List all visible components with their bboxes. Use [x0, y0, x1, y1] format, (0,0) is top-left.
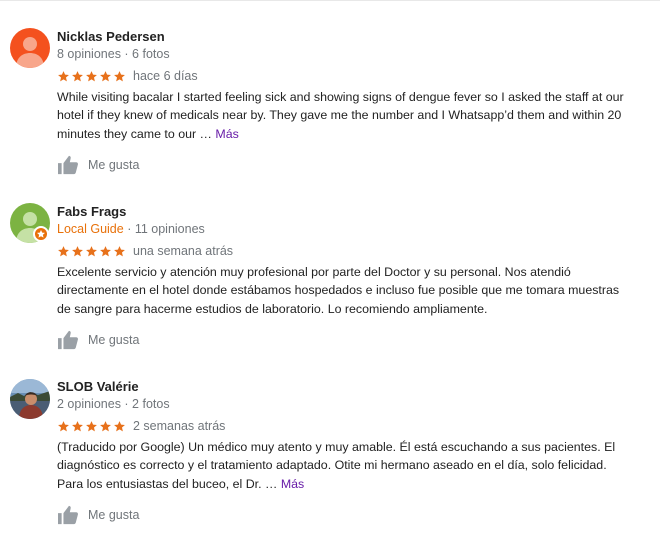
reviewer-avatar[interactable]	[10, 379, 50, 419]
thumbs-up-icon	[57, 330, 79, 350]
top-divider	[0, 0, 660, 1]
review-text-line: minutes they came to our … Más	[57, 125, 660, 143]
review-text: (Traducido por Google) Un médico muy ate…	[57, 438, 660, 493]
star-rating	[57, 245, 126, 259]
review-text-line: hotel if they knew of medicals near by. …	[57, 108, 622, 123]
local-guide-star-icon	[37, 230, 45, 238]
more-link[interactable]: Más	[281, 477, 304, 491]
review-date: 2 semanas atrás	[133, 419, 226, 433]
profile-photo-icon	[10, 379, 50, 419]
reviewer-name[interactable]: SLOB Valérie	[57, 379, 139, 394]
star-icon	[85, 70, 98, 83]
star-icon	[113, 420, 126, 433]
star-icon	[99, 245, 112, 258]
person-avatar-icon	[10, 28, 50, 68]
reviewer-stats[interactable]: 2 opiniones · 2 fotos	[57, 397, 170, 411]
star-icon	[57, 420, 70, 433]
review-date: hace 6 días	[133, 69, 198, 83]
star-icon	[71, 245, 84, 258]
review-text-line: directamente en el hotel donde estábamos…	[57, 283, 620, 298]
like-label: Me gusta	[88, 158, 140, 172]
like-button[interactable]: Me gusta	[57, 154, 139, 176]
review-date: una semana atrás	[133, 244, 234, 258]
reviewer-name[interactable]: Fabs Frags	[57, 204, 126, 219]
star-rating	[57, 70, 126, 84]
review-text-line: de sangre para hacerme estudios de labor…	[57, 301, 488, 316]
review-count: · 11 opiniones	[123, 222, 205, 236]
like-button[interactable]: Me gusta	[57, 504, 139, 526]
local-guide-badge	[33, 226, 49, 242]
review-text-line: Para los entusiastas del buceo, el Dr. ……	[57, 475, 660, 493]
reviewer-stats[interactable]: Local Guide · 11 opiniones	[57, 222, 205, 236]
star-icon	[99, 420, 112, 433]
reviewer-name[interactable]: Nicklas Pedersen	[57, 29, 165, 44]
review-text-fragment: Para los entusiastas del buceo, el Dr. …	[57, 476, 281, 491]
star-icon	[99, 70, 112, 83]
thumbs-up-icon	[57, 155, 79, 175]
like-label: Me gusta	[88, 508, 140, 522]
star-icon	[71, 70, 84, 83]
star-icon	[113, 70, 126, 83]
review-text-fragment: minutes they came to our …	[57, 126, 216, 141]
review-text-line: Excelente servicio y atención muy profes…	[57, 265, 571, 279]
review-text: While visiting bacalar I started feeling…	[57, 88, 660, 143]
more-link[interactable]: Más	[215, 127, 238, 141]
review-text-line: (Traducido por Google) Un médico muy ate…	[57, 440, 616, 454]
star-icon	[85, 420, 98, 433]
review-text-line: While visiting bacalar I started feeling…	[57, 90, 624, 104]
review-text-line: diagnóstico es correcto y el tratamiento…	[57, 458, 607, 473]
like-label: Me gusta	[88, 333, 140, 347]
review-text: Excelente servicio y atención muy profes…	[57, 263, 660, 318]
star-icon	[57, 245, 70, 258]
star-icon	[113, 245, 126, 258]
thumbs-up-icon	[57, 505, 79, 525]
like-button[interactable]: Me gusta	[57, 329, 139, 351]
star-rating	[57, 420, 126, 434]
star-icon	[85, 245, 98, 258]
reviewer-avatar[interactable]	[10, 28, 50, 68]
star-icon	[71, 420, 84, 433]
local-guide-label: Local Guide	[57, 222, 124, 236]
reviewer-stats[interactable]: 8 opiniones · 6 fotos	[57, 47, 170, 61]
star-icon	[57, 70, 70, 83]
